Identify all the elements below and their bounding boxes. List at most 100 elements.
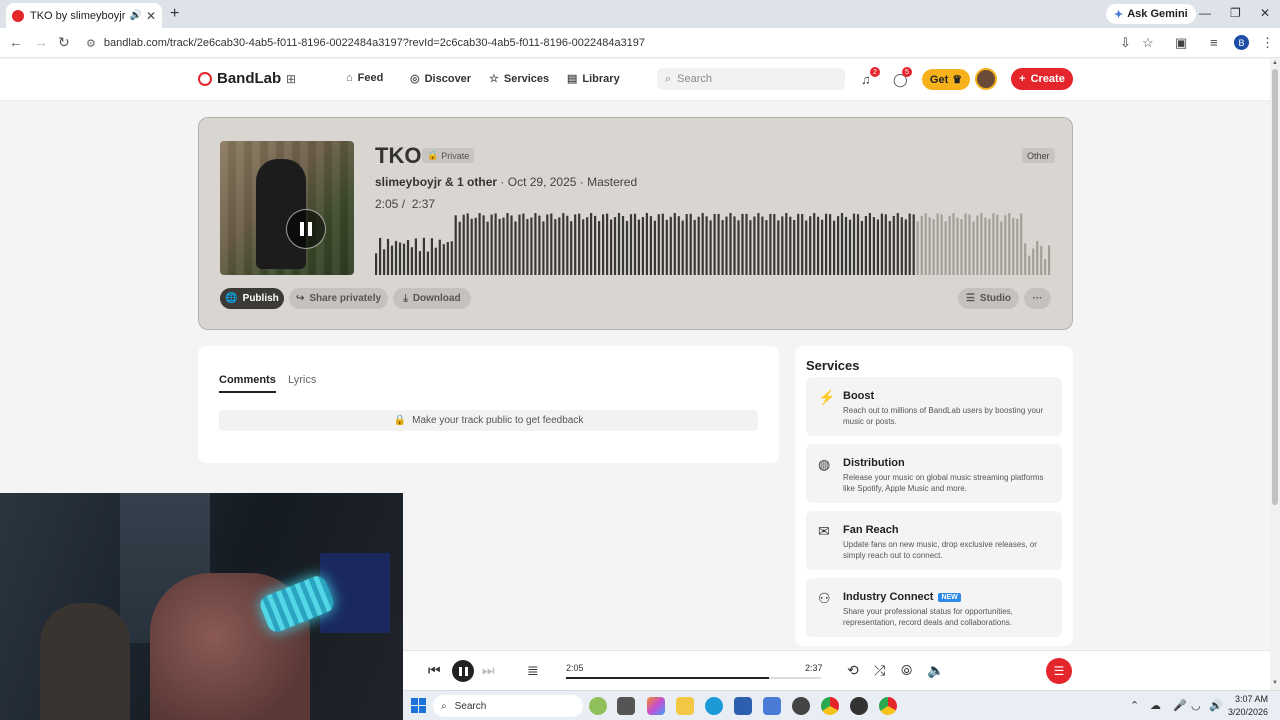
next-track-icon[interactable]: ⏭ xyxy=(482,662,495,679)
microphone-icon[interactable]: 🎤 xyxy=(1173,699,1187,712)
chatgpt-icon[interactable] xyxy=(792,697,810,715)
waveform-bar xyxy=(1016,218,1019,275)
player-progress-bar[interactable] xyxy=(566,677,821,679)
waveform-bar xyxy=(661,213,664,275)
waveform-bar xyxy=(482,215,485,275)
waveform[interactable] xyxy=(375,213,1052,275)
back-icon[interactable]: ← xyxy=(9,34,23,50)
chrome-icon[interactable] xyxy=(821,697,839,715)
nav-services[interactable]: ☆ Services xyxy=(489,72,549,86)
browser-tab[interactable]: TKO by slimeyboyjr | BandL 🔊 ✕ xyxy=(6,3,162,28)
waveform-bar xyxy=(928,217,931,275)
service-name: Boost xyxy=(843,390,875,402)
maximize-icon[interactable]: ❐ xyxy=(1230,6,1241,20)
store-icon[interactable] xyxy=(734,697,752,715)
scroll-up-icon[interactable]: ▲ xyxy=(1272,60,1278,66)
waveform-bar xyxy=(769,213,772,275)
install-app-icon[interactable]: ⇩ xyxy=(1120,35,1131,51)
tab-comments[interactable]: Comments xyxy=(219,374,276,393)
widget-icon[interactable] xyxy=(589,697,607,715)
shuffle-icon[interactable]: ⤮ xyxy=(874,662,885,679)
onedrive-icon[interactable]: ☁ xyxy=(1150,699,1161,712)
waveform-bar xyxy=(633,213,637,275)
waveform-bar xyxy=(681,220,684,275)
chrome-profile-icon[interactable] xyxy=(850,697,868,715)
studio-button[interactable]: ☰ Studio xyxy=(958,288,1019,309)
clock-date: 3/20/2026 xyxy=(1228,707,1269,717)
scroll-down-icon[interactable]: ▼ xyxy=(1272,680,1278,686)
extensions-icon[interactable]: ▣ xyxy=(1175,35,1187,51)
site-info-icon[interactable]: ⚙ xyxy=(86,37,96,50)
artist-name[interactable]: slimeyboyjr xyxy=(375,175,442,189)
waveform-bar xyxy=(602,214,605,275)
more-options-button[interactable]: ··· xyxy=(1024,288,1051,309)
publish-label: Publish xyxy=(242,293,279,304)
bandlab-logo-icon xyxy=(198,71,212,86)
speaker-icon[interactable]: 🔊 xyxy=(1209,699,1223,712)
profile-avatar[interactable]: B xyxy=(1234,35,1249,50)
bandlab-logo[interactable]: BandLab xyxy=(198,70,281,87)
file-explorer-icon[interactable] xyxy=(676,697,694,715)
close-tab-icon[interactable]: ✕ xyxy=(146,9,156,23)
track-pause-button[interactable] xyxy=(286,209,326,249)
service-boost[interactable]: ⚡ Boost Reach out to millions of BandLab… xyxy=(806,377,1062,436)
cast-icon[interactable]: ⦾ xyxy=(901,662,912,679)
mail-app-icon[interactable] xyxy=(763,697,781,715)
search-input[interactable]: ⌕ Search xyxy=(657,68,845,90)
chrome-alt-icon[interactable] xyxy=(879,697,897,715)
previous-track-icon[interactable]: ⏮ xyxy=(428,662,441,679)
services-title: Services xyxy=(806,358,860,373)
chrome-menu-icon[interactable]: ⋮ xyxy=(1261,35,1274,51)
tab-lyrics[interactable]: Lyrics xyxy=(288,374,316,386)
share-privately-button[interactable]: ↪ Share privately xyxy=(289,288,388,309)
new-tab-icon[interactable]: + xyxy=(170,5,179,23)
bookmark-star-icon[interactable]: ☆ xyxy=(1142,35,1154,51)
service-distribution[interactable]: ◍ Distribution Release your music on glo… xyxy=(806,444,1062,503)
media-control-icon[interactable]: ≡ xyxy=(1210,35,1218,50)
edge-icon[interactable] xyxy=(705,697,723,715)
audio-playing-icon[interactable]: 🔊 xyxy=(129,10,141,21)
playlist-icon[interactable]: ≣ xyxy=(527,662,539,679)
waveform-bar xyxy=(972,221,975,275)
player-pause-button[interactable] xyxy=(452,660,474,682)
minimize-icon[interactable]: — xyxy=(1199,6,1211,20)
queue-button[interactable]: ☰ xyxy=(1046,658,1072,684)
scrollbar-thumb[interactable] xyxy=(1272,69,1278,505)
url-field[interactable]: ⚙ bandlab.com/track/2e6cab30-4ab5-f011-8… xyxy=(86,32,1166,54)
user-avatar[interactable] xyxy=(975,68,997,90)
waveform-bar xyxy=(912,214,915,275)
repeat-icon[interactable]: ⟲ xyxy=(847,662,859,679)
notifications-bell-icon[interactable]: ♫ xyxy=(861,72,871,87)
windows-start-icon[interactable] xyxy=(411,698,426,713)
get-membership-button[interactable]: Get ♛ xyxy=(922,69,970,90)
ask-gemini-button[interactable]: ✦ Ask Gemini xyxy=(1106,4,1196,24)
nav-library[interactable]: ▤ Library xyxy=(567,72,620,86)
create-button[interactable]: + Create xyxy=(1011,68,1073,90)
track-times: 2:05 / 2:37 xyxy=(375,197,436,211)
volume-icon[interactable]: 🔈 xyxy=(927,662,944,679)
wifi-icon[interactable]: ◡ xyxy=(1191,699,1201,712)
task-view-icon[interactable] xyxy=(617,697,635,715)
close-window-icon[interactable]: ✕ xyxy=(1260,6,1270,20)
taskbar-clock[interactable]: 3:07 AM 3/20/2026 xyxy=(1228,693,1268,719)
waveform-bar xyxy=(920,215,923,275)
page-scrollbar[interactable] xyxy=(1270,59,1280,690)
tray-chevron-icon[interactable]: ⌃ xyxy=(1130,699,1139,712)
publish-button[interactable]: 🌐 Publish xyxy=(220,288,284,309)
nav-feed[interactable]: ⌂ Feed xyxy=(346,72,383,84)
copilot-icon[interactable] xyxy=(647,697,665,715)
service-industry-connect[interactable]: ⚇ Industry Connect NEW Share your profes… xyxy=(806,578,1062,637)
forward-icon[interactable]: → xyxy=(34,34,48,50)
apps-grid-icon[interactable]: ⊞ xyxy=(286,72,296,86)
waveform-bar xyxy=(418,251,421,275)
nav-library-label: Library xyxy=(582,72,620,85)
waveform-bar xyxy=(932,219,935,275)
collaborators[interactable]: & 1 other xyxy=(445,175,497,189)
waveform-bar xyxy=(833,220,836,275)
taskbar-search[interactable]: ⌕ Search xyxy=(433,695,583,717)
reload-icon[interactable]: ↻ xyxy=(58,34,70,51)
waveform-bar xyxy=(1000,221,1003,275)
nav-discover[interactable]: ◎ Discover xyxy=(410,72,471,86)
service-fan-reach[interactable]: ✉ Fan Reach Update fans on new music, dr… xyxy=(806,511,1062,570)
download-button[interactable]: ⤓ Download xyxy=(393,288,471,309)
